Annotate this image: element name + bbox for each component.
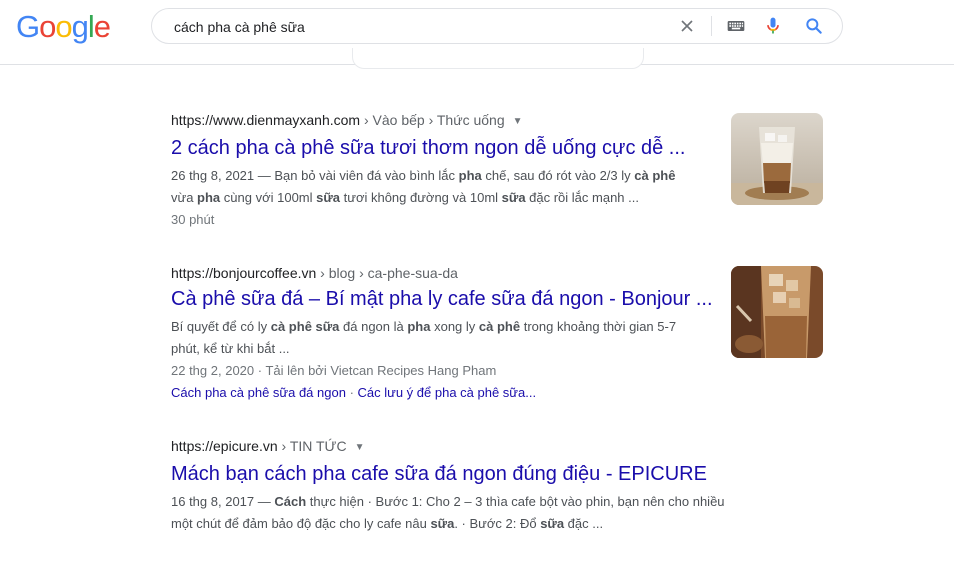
snippet-highlight: sữa	[540, 516, 565, 531]
snippet-highlight: pha	[197, 190, 221, 205]
snippet-text: xong ly	[430, 319, 479, 334]
result-path: › TIN TỨC	[277, 438, 347, 454]
search-result: https://bonjourcoffee.vn › blog › ca-phe…	[171, 264, 731, 404]
snippet-text: đặc rồi lắc mạnh ...	[525, 190, 639, 205]
chevron-down-icon[interactable]: ▼	[513, 113, 523, 131]
snippet-line: một chút để đảm bảo độ đặc cho ly cafe n…	[171, 513, 811, 535]
snippet-highlight: cà phê	[478, 319, 521, 334]
sitelink[interactable]: Các lưu ý để pha cà phê sữa...	[358, 385, 537, 400]
snippet-highlight: pha	[407, 319, 431, 334]
google-logo[interactable]: Google	[16, 8, 111, 46]
logo-letter: o	[55, 9, 72, 44]
snippet-line: 16 thg 8, 2017 — Cách thực hiện · Bước 1…	[171, 491, 811, 513]
result-title[interactable]: 2 cách pha cà phê sữa tươi thơm ngon dễ …	[171, 135, 731, 161]
search-result: https://epicure.vn › TIN TỨC ▼ Mách bạn c…	[171, 437, 811, 535]
result-snippet: Bí quyết để có ly cà phê sữa đá ngon là …	[171, 316, 731, 360]
snippet-line: vừa pha cùng với 100ml sữa tươi không đư…	[171, 187, 731, 209]
logo-letter: e	[93, 9, 111, 44]
result-title[interactable]: Mách bạn cách pha cafe sữa đá ngon đúng …	[171, 461, 811, 487]
result-snippet: 16 thg 8, 2017 — Cách thực hiện · Bước 1…	[171, 491, 811, 535]
search-divider	[711, 16, 712, 36]
microphone-icon[interactable]	[763, 16, 783, 36]
result-url[interactable]: https://www.dienmayxanh.com › Vào bếp › …	[171, 111, 731, 131]
snippet-highlight: cà phê	[634, 168, 676, 183]
search-header: Google	[0, 0, 954, 69]
result-snippet: 26 thg 8, 2021 — Bạn bỏ vài viên đá vào …	[171, 165, 731, 209]
result-site: https://bonjourcoffee.vn	[171, 265, 317, 281]
snippet-highlight: sữa	[501, 190, 526, 205]
suggestion-panel-edge	[352, 48, 644, 69]
search-box[interactable]	[151, 8, 843, 44]
snippet-highlight: cà phê sữa	[270, 319, 340, 334]
snippet-text: 26 thg 8, 2021 — Bạn bỏ vài viên đá vào …	[171, 168, 459, 183]
result-path: › Vào bếp › Thức uống	[360, 112, 505, 128]
chevron-down-icon[interactable]: ▼	[355, 439, 365, 457]
snippet-line: phút, kể từ khi bắt ...	[171, 338, 731, 360]
snippet-text: tươi không đường và 10ml	[340, 190, 502, 205]
snippet-line: 26 thg 8, 2021 — Bạn bỏ vài viên đá vào …	[171, 165, 731, 187]
result-meta: 22 thg 2, 2020 · Tải lên bởi Vietcan Rec…	[171, 363, 497, 378]
snippet-highlight: Cách	[274, 494, 307, 509]
snippet-text: trong khoảng thời gian 5-7	[520, 319, 677, 334]
snippet-text: chế, sau đó rót vào 2/3 ly	[481, 168, 635, 183]
result-thumbnail[interactable]	[731, 113, 823, 205]
result-path: › blog › ca-phe-sua-da	[316, 265, 458, 281]
result-site: https://epicure.vn	[171, 438, 278, 454]
snippet-text: một chút để đảm bảo độ đặc cho ly cafe n…	[171, 516, 431, 531]
snippet-text: vừa	[171, 190, 198, 205]
iced-coffee-image	[731, 266, 823, 358]
search-result: https://www.dienmayxanh.com › Vào bếp › …	[171, 111, 731, 231]
snippet-text: 16 thg 8, 2017 —	[171, 494, 275, 509]
snippet-text: Bí quyết để có ly	[171, 319, 271, 334]
result-url[interactable]: https://epicure.vn › TIN TỨC ▼	[171, 437, 811, 457]
iced-milk-coffee-image	[731, 113, 823, 205]
snippet-text: thực hiện · Bước 1: Cho 2 – 3 thìa cafe …	[306, 494, 725, 509]
logo-letter: o	[39, 9, 56, 44]
result-site: https://www.dienmayxanh.com	[171, 112, 361, 128]
sitelink[interactable]: Cách pha cà phê sữa đá ngon	[171, 385, 346, 400]
clear-icon[interactable]	[677, 16, 697, 36]
result-url[interactable]: https://bonjourcoffee.vn › blog › ca-phe…	[171, 264, 731, 282]
snippet-line: Bí quyết để có ly cà phê sữa đá ngon là …	[171, 316, 731, 338]
search-input[interactable]	[172, 15, 656, 39]
keyboard-icon[interactable]	[725, 16, 747, 36]
result-title[interactable]: Cà phê sữa đá – Bí mật pha ly cafe sữa đ…	[171, 286, 731, 312]
result-thumbnail[interactable]	[731, 266, 823, 358]
sitelink-separator: ·	[345, 385, 358, 400]
search-icon[interactable]	[804, 16, 824, 36]
snippet-highlight: sữa	[430, 516, 455, 531]
logo-letter: G	[16, 9, 40, 44]
snippet-text: đá ngon là	[339, 319, 408, 334]
snippet-text: phút, kể từ khi bắt ...	[171, 341, 290, 356]
snippet-text: đặc ...	[564, 516, 604, 531]
snippet-text: cùng với 100ml	[220, 190, 317, 205]
result-meta: 30 phút	[171, 212, 215, 227]
snippet-highlight: sữa	[316, 190, 341, 205]
logo-letter: g	[71, 9, 89, 44]
snippet-highlight: pha	[458, 168, 482, 183]
result-sitelinks: Cách pha cà phê sữa đá ngon · Các lưu ý …	[171, 382, 731, 404]
snippet-text: . · Bước 2: Đổ	[454, 516, 541, 531]
